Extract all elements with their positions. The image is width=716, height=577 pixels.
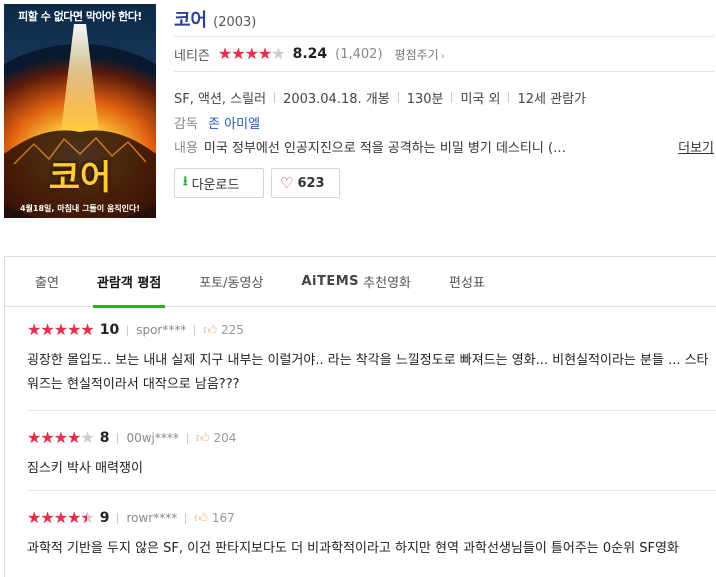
runtime: 130분	[406, 92, 444, 107]
review-item: ★★★★★★★★★★ 8 00wj**** 👍︎ 204 짐스키 박사 매력쟁이	[27, 411, 716, 491]
thumbs-up-icon[interactable]: 👍︎	[196, 431, 210, 446]
rating-stars: ★★★★★★★★★★	[217, 44, 286, 63]
rate-link-label: 평점주기	[394, 47, 439, 62]
review-user[interactable]: 00wj****	[126, 431, 178, 445]
review-item: ★★★★★ ★★★★★ 10 spor**** 👍︎ 225 굉장한 몰입도.. …	[27, 317, 716, 411]
country: 미국 외	[460, 92, 501, 107]
download-label: 다운로드	[191, 177, 240, 193]
more-link[interactable]: 더보기	[678, 137, 714, 156]
review-score: 9	[99, 510, 110, 526]
divider	[117, 512, 119, 524]
review-stars: ★★★★★★★★★★	[27, 508, 95, 527]
download-icon: ⭳	[183, 174, 188, 189]
review-panel: 출연 관람객 평점 포토/동영상 AiTEMS 추천영화 편성표 ★★★★★ ★★…	[4, 256, 716, 577]
thumbs-up-icon[interactable]: 👍︎	[194, 511, 208, 526]
tab-aitems-label: 추천영화	[363, 276, 411, 291]
review-likes: 167	[211, 511, 235, 525]
movie-meta: SF, 액션, 스릴러 2003.04.18. 개봉 130분 미국 외 12세…	[174, 88, 586, 107]
review-text: 굉장한 몰입도.. 보는 내내 실제 지구 내부는 이럴거야.. 라는 착각을 …	[27, 353, 709, 392]
release-date: 2003.04.18. 개봉	[283, 92, 390, 107]
tab-bar: 출연 관람객 평점 포토/동영상 AiTEMS 추천영화 편성표	[5, 257, 716, 308]
review-text: 과학적 기반을 두지 않은 SF, 이건 판타지보다도 더 비과학적이라고 하지…	[27, 541, 679, 556]
poster-tagline-bottom: 4월18일, 마침내 그들이 움직인다!	[19, 204, 141, 213]
rating-label: 네티즌	[174, 48, 210, 64]
divider	[451, 92, 453, 103]
genre: SF, 액션, 스릴러	[174, 92, 267, 107]
review-likes: 204	[213, 431, 237, 445]
review-list: ★★★★★ ★★★★★ 10 spor**** 👍︎ 225 굉장한 몰입도.. …	[27, 317, 716, 577]
divider	[274, 92, 276, 103]
review-user[interactable]: spor****	[136, 323, 186, 337]
divider	[508, 92, 510, 103]
review-score: 8	[99, 430, 110, 446]
poster-title: 코어	[48, 158, 112, 198]
tab-aitems-brand: AiTEMS	[301, 274, 360, 289]
movie-year: (2003)	[213, 15, 257, 30]
divider	[397, 92, 399, 103]
heart-icon: ♡	[280, 174, 294, 192]
like-count: 623	[297, 175, 325, 191]
tab-schedule-label: 편성표	[449, 276, 485, 291]
chevron-right-icon: ›	[440, 50, 445, 62]
movie-title[interactable]: 코어	[174, 6, 207, 32]
tab-aitems[interactable]: AiTEMS 추천영화	[301, 257, 411, 307]
tab-photo-video-label: 포토/동영상	[199, 276, 264, 291]
divider	[117, 432, 119, 444]
summary-text: 미국 정부에선 인공지진으로 적을 공격하는 비밀 병기 데스티니 (…	[203, 141, 567, 156]
tab-cast-label: 출연	[35, 276, 59, 291]
review-header: ★★★★★ ★★★★★ 9 rowr**** 👍︎ 167	[27, 505, 716, 531]
divider	[194, 324, 196, 336]
title-row: 코어 (2003)	[174, 6, 256, 32]
review-user[interactable]: rowr****	[126, 511, 177, 525]
director-row: 감독 존 아미엘	[174, 113, 260, 132]
review-score: 10	[99, 322, 120, 338]
divider	[185, 512, 187, 524]
rate-link[interactable]: 평점주기 ›	[395, 46, 445, 63]
thumbs-up-icon[interactable]: 👍︎	[203, 323, 217, 338]
divider	[186, 432, 188, 444]
director-label: 감독	[174, 117, 198, 132]
review-item: ★★★★★ ★★★★★ 9 rowr**** 👍︎ 167 과학적 기반을 두지 …	[27, 491, 716, 577]
review-header: ★★★★★★★★★★ 8 00wj**** 👍︎ 204	[27, 425, 716, 451]
summary-row: 내용 미국 정부에선 인공지진으로 적을 공격하는 비밀 병기 데스티니 (… …	[174, 137, 714, 156]
tab-audience-rating[interactable]: 관람객 평점	[92, 257, 166, 308]
like-button[interactable]: ♡ 623	[271, 168, 340, 198]
poster-tagline-top: 피할 수 없다면 막아야 한다!	[18, 10, 142, 23]
tab-audience-rating-label: 관람객 평점	[96, 276, 162, 291]
rating-score: 8.24	[292, 46, 328, 62]
review-stars: ★★★★★★★★★★	[27, 320, 95, 339]
tab-cast[interactable]: 출연	[35, 257, 59, 307]
divider	[127, 324, 129, 336]
tab-schedule[interactable]: 편성표	[449, 257, 485, 307]
download-button[interactable]: ⭳ 다운로드	[174, 168, 264, 198]
rating-count: (1,402)	[335, 46, 383, 62]
summary-label: 내용	[174, 141, 198, 156]
review-header: ★★★★★ ★★★★★ 10 spor**** 👍︎ 225	[27, 317, 716, 343]
director-link[interactable]: 존 아미엘	[208, 117, 260, 132]
tab-photo-video[interactable]: 포토/동영상	[199, 257, 263, 307]
review-text: 짐스키 박사 매력쟁이	[27, 461, 143, 476]
review-stars: ★★★★★★★★★★	[27, 428, 95, 447]
rating-row: 네티즌 ★★★★★★★★★★ 8.24 (1,402) 평점주기›	[174, 36, 714, 72]
age-rating: 12세 관람가	[517, 92, 586, 107]
review-likes: 225	[220, 323, 244, 337]
movie-poster[interactable]: 피할 수 없다면 막아야 한다! 코어 4월18일, 마침내 그들이 움직인다!	[4, 4, 156, 218]
